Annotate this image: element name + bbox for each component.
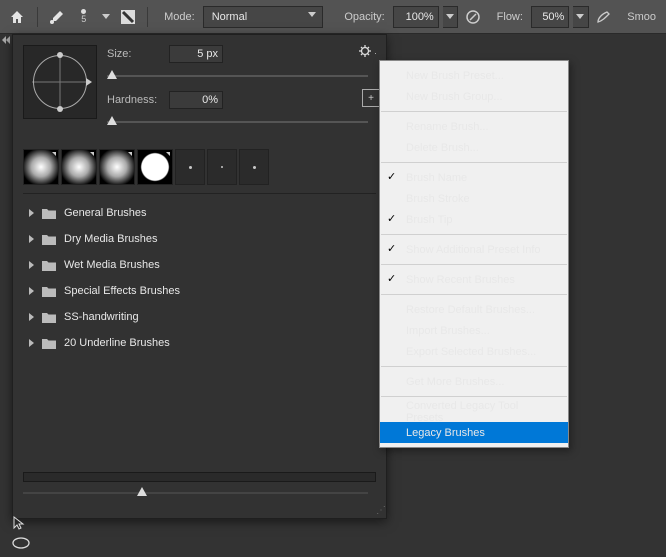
chevron-down-icon (308, 12, 316, 17)
brush-folder-list: General Brushes Dry Media Brushes Wet Me… (13, 194, 386, 482)
brush-folder[interactable]: Special Effects Brushes (17, 278, 382, 304)
brush-folder[interactable]: Wet Media Brushes (17, 252, 382, 278)
brush-tool-icon[interactable] (46, 5, 69, 29)
menu-export-brushes: Export Selected Brushes... (380, 341, 568, 362)
folder-label: SS-handwriting (64, 311, 139, 323)
check-icon: ✓ (387, 272, 396, 285)
opacity-label: Opacity: (344, 11, 384, 23)
airbrush-icon[interactable] (593, 5, 616, 29)
menu-restore-default[interactable]: Restore Default Brushes... (380, 299, 568, 320)
brush-angle-preview[interactable] (23, 45, 97, 119)
size-label: Size: (107, 48, 159, 60)
menu-get-more-brushes[interactable]: Get More Brushes... (380, 371, 568, 392)
menu-delete-brush: Delete Brush... (380, 137, 568, 158)
arrow-right-icon (29, 209, 34, 217)
brush-flyout-menu: New Brush Preset... New Brush Group... R… (379, 60, 569, 448)
brush-preset-panel: Size: 5 px Hardness: 0% . + G (12, 34, 387, 519)
mode-label: Mode: (164, 11, 195, 23)
chevron-down-icon[interactable] (99, 5, 112, 29)
folder-icon (42, 312, 56, 323)
folder-label: Special Effects Brushes (64, 285, 180, 297)
brush-folder[interactable]: 20 Underline Brushes (17, 330, 382, 356)
arrow-right-icon (29, 339, 34, 347)
folder-icon (42, 338, 56, 349)
menu-new-brush-group[interactable]: New Brush Group... (380, 86, 568, 107)
brush-folder[interactable]: SS-handwriting (17, 304, 382, 330)
brush-swatch[interactable] (61, 149, 97, 185)
horizontal-scrollbar[interactable] (23, 472, 376, 482)
arrow-right-icon (29, 313, 34, 321)
opacity-dropdown[interactable] (443, 6, 458, 28)
create-preset-icon[interactable]: + (362, 89, 380, 107)
gear-icon[interactable]: . (356, 41, 380, 61)
menu-new-brush-preset[interactable]: New Brush Preset... (380, 65, 568, 86)
brush-panel-toggle-icon[interactable] (116, 5, 139, 29)
folder-label: Wet Media Brushes (64, 259, 160, 271)
brush-size-num: 5 (81, 14, 86, 24)
menu-brush-tip[interactable]: ✓Brush Tip (380, 209, 568, 230)
opacity-input[interactable]: 100% (393, 6, 439, 28)
folder-label: General Brushes (64, 207, 147, 219)
menu-brush-name[interactable]: ✓Brush Name (380, 167, 568, 188)
mode-select[interactable]: Normal (203, 6, 323, 28)
hardness-label: Hardness: (107, 94, 159, 106)
brush-swatch[interactable] (137, 149, 173, 185)
brush-swatch[interactable] (207, 149, 237, 185)
folder-label: Dry Media Brushes (64, 233, 158, 245)
menu-import-brushes[interactable]: Import Brushes... (380, 320, 568, 341)
hardness-input[interactable]: 0% (169, 91, 223, 109)
brush-folder[interactable]: Dry Media Brushes (17, 226, 382, 252)
check-icon: ✓ (387, 170, 396, 183)
menu-converted-legacy[interactable]: Converted Legacy Tool Presets (380, 401, 568, 422)
folder-icon (42, 208, 56, 219)
home-icon[interactable] (6, 5, 29, 29)
flow-dropdown[interactable] (573, 6, 588, 28)
folder-icon (42, 234, 56, 245)
flow-label: Flow: (497, 11, 523, 23)
menu-show-additional-info[interactable]: ✓Show Additional Preset Info (380, 239, 568, 260)
brush-swatch[interactable] (23, 149, 59, 185)
arrow-right-icon (29, 235, 34, 243)
flow-input[interactable]: 50% (531, 6, 569, 28)
cursor-icon[interactable] (12, 515, 30, 531)
smoothing-label: Smoo (627, 11, 656, 23)
brush-swatch[interactable] (239, 149, 269, 185)
folder-icon (42, 260, 56, 271)
pressure-opacity-icon[interactable] (462, 5, 485, 29)
thumbnail-size-slider[interactable] (23, 486, 376, 500)
arrow-right-icon (29, 287, 34, 295)
menu-brush-stroke[interactable]: Brush Stroke (380, 188, 568, 209)
mode-value: Normal (212, 11, 247, 23)
panel-collapse-icon[interactable] (2, 36, 10, 46)
menu-legacy-brushes[interactable]: Legacy Brushes (380, 422, 568, 443)
menu-show-recent-brushes[interactable]: ✓Show Recent Brushes (380, 269, 568, 290)
resize-grip-icon[interactable]: ⋰ (376, 505, 384, 516)
options-bar: 5 Mode: Normal Opacity: 100% Flow: 50% S… (0, 0, 666, 34)
check-icon: ✓ (387, 212, 396, 225)
folder-icon (42, 286, 56, 297)
recent-brushes-row (13, 143, 386, 191)
check-icon: ✓ (387, 242, 396, 255)
folder-label: 20 Underline Brushes (64, 337, 170, 349)
size-input[interactable]: 5 px (169, 45, 223, 63)
size-slider[interactable] (107, 69, 376, 83)
brush-swatch[interactable] (175, 149, 205, 185)
brush-swatch[interactable] (99, 149, 135, 185)
brush-folder[interactable]: General Brushes (17, 200, 382, 226)
brush-size-swatch[interactable]: 5 (72, 5, 95, 29)
arrow-right-icon (29, 261, 34, 269)
hardness-slider[interactable] (107, 115, 376, 129)
menu-rename-brush: Rename Brush... (380, 116, 568, 137)
ellipse-icon[interactable] (12, 537, 30, 549)
